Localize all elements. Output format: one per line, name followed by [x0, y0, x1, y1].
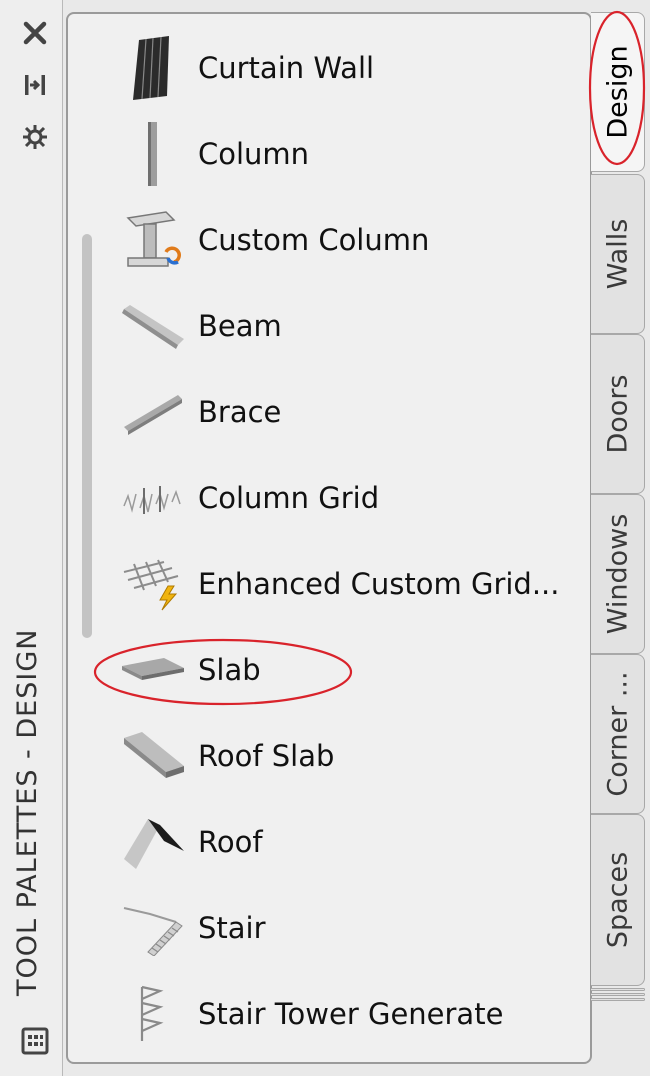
- tool-label: Curtain Wall: [198, 51, 375, 85]
- tool-stair-tower-generate[interactable]: Stair Tower Generate: [118, 976, 588, 1052]
- custom-column-icon: [118, 205, 188, 275]
- tool-label: Slab: [198, 653, 261, 687]
- tool-label: Column Grid: [198, 481, 380, 515]
- tool-label: Beam: [198, 309, 282, 343]
- tool-label: Roof Slab: [198, 739, 335, 773]
- palette-menu-icon[interactable]: [16, 1026, 54, 1056]
- column-icon: [118, 119, 188, 189]
- tool-beam[interactable]: Beam: [118, 288, 588, 364]
- properties-icon[interactable]: [16, 122, 54, 152]
- palette-scrollbar[interactable]: [82, 234, 92, 638]
- enhanced-custom-grid-icon: [118, 549, 188, 619]
- tab-doors[interactable]: Doors: [591, 334, 645, 494]
- beam-icon: [118, 291, 188, 361]
- tool-curtain-wall[interactable]: Curtain Wall: [118, 30, 588, 106]
- tool-label: Brace: [198, 395, 282, 429]
- slab-icon: [118, 635, 188, 705]
- roof-icon: [118, 807, 188, 877]
- stair-tower-generate-icon: [118, 979, 188, 1049]
- tab-label: Design: [602, 45, 633, 139]
- tab-walls[interactable]: Walls: [591, 174, 645, 334]
- tool-slab[interactable]: Slab: [118, 632, 588, 708]
- palette-title-bar[interactable]: TOOL PALETTES - DESIGN: [0, 0, 63, 1076]
- tab-windows[interactable]: Windows: [591, 494, 645, 654]
- tab-corner[interactable]: Corner ...: [591, 654, 645, 814]
- tool-roof[interactable]: Roof: [118, 804, 588, 880]
- tool-label: Enhanced Custom Grid...: [198, 567, 560, 601]
- tool-label: Custom Column: [198, 223, 430, 257]
- tab-label: Spaces: [602, 851, 633, 949]
- palette-title: TOOL PALETTES - DESIGN: [12, 628, 43, 996]
- auto-hide-icon[interactable]: [16, 70, 54, 100]
- tab-label: Corner ...: [602, 671, 633, 797]
- stair-icon: [118, 893, 188, 963]
- tab-design[interactable]: Design: [591, 12, 645, 172]
- column-grid-icon: [118, 463, 188, 533]
- tool-label: Roof: [198, 825, 263, 859]
- brace-icon: [118, 377, 188, 447]
- roof-slab-icon: [118, 721, 188, 791]
- tab-label: Windows: [602, 513, 633, 635]
- tool-brace[interactable]: Brace: [118, 374, 588, 450]
- tool-column[interactable]: Column: [118, 116, 588, 192]
- tool-label: Column: [198, 137, 310, 171]
- tab-overflow-edge: [591, 988, 645, 991]
- tab-label: Doors: [602, 374, 633, 454]
- tool-label: Stair Tower Generate: [198, 997, 504, 1031]
- tab-spaces[interactable]: Spaces: [591, 814, 645, 986]
- tab-label: Walls: [602, 218, 633, 290]
- tool-enhanced-custom-grid[interactable]: Enhanced Custom Grid...: [118, 546, 588, 622]
- tool-roof-slab[interactable]: Roof Slab: [118, 718, 588, 794]
- tool-custom-column[interactable]: Custom Column: [118, 202, 588, 278]
- tool-label: Stair: [198, 911, 266, 945]
- curtain-wall-icon: [118, 33, 188, 103]
- tab-overflow-edge: [591, 993, 645, 996]
- close-icon[interactable]: [16, 18, 54, 48]
- tool-stair[interactable]: Stair: [118, 890, 588, 966]
- tab-overflow-edge: [591, 998, 645, 1001]
- tool-column-grid[interactable]: Column Grid: [118, 460, 588, 536]
